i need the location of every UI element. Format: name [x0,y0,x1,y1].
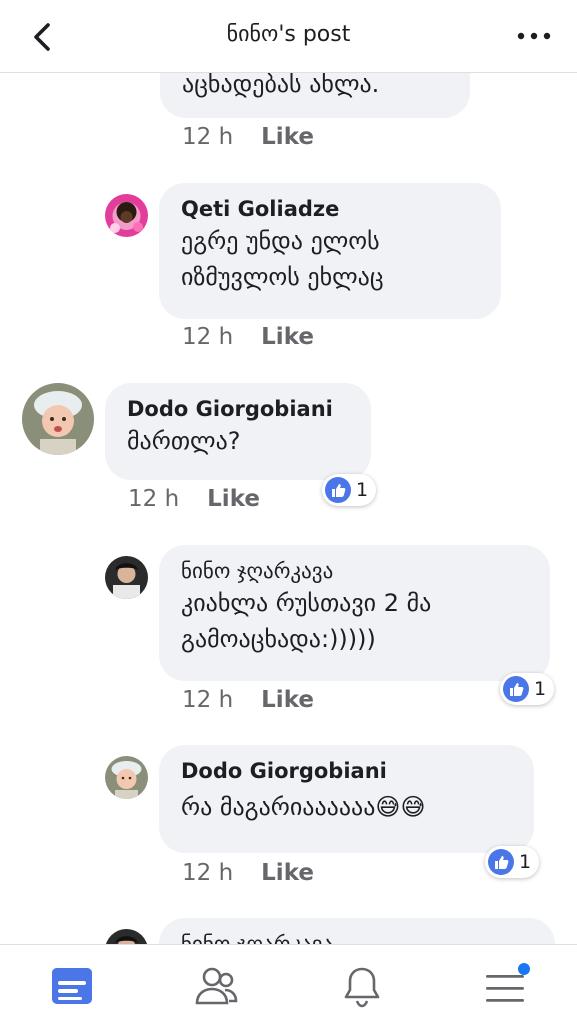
comment-time: 12 h [182,687,234,713]
like-button[interactable]: Like [261,687,314,713]
notifications-bell-icon[interactable] [338,963,386,1011]
comment-meta: 12 h Like [182,324,314,350]
friends-icon[interactable] [192,963,240,1011]
comment-author[interactable]: ნინო ჯღარკავა [181,930,533,944]
avatar[interactable] [105,194,148,237]
ellipsis-icon[interactable] [514,26,554,46]
like-button[interactable]: Like [261,124,314,150]
comment-meta: 12 h Like [182,860,314,886]
comment-text: მართლა? [127,427,241,455]
avatar[interactable] [105,756,148,799]
comments-feed[interactable]: აცხადებას ახლა. 12 h Like Qeti Goliadze ე… [0,0,577,944]
reaction-count[interactable]: 1 [485,846,540,878]
comment-text-line: გამოაცხადა:))))) [181,625,376,653]
top-bar: ნინო's post [0,0,577,73]
reaction-count[interactable]: 1 [322,474,377,506]
comment-bubble[interactable]: Qeti Goliadze ეგრე უნდა ელოს იზმუვლოს ეხ… [159,183,501,319]
comment-author[interactable]: Qeti Goliadze [181,195,479,223]
like-reaction-icon [488,849,514,875]
comment-time: 12 h [182,324,234,350]
comment-bubble[interactable]: Dodo Giorgobiani მართლა? [105,383,371,480]
comment-author[interactable]: Dodo Giorgobiani [181,757,512,785]
avatar[interactable] [105,929,148,944]
comment-bubble[interactable]: ნინო ჯღარკავა კიახლა რუსთავი 2 მა გამოაც… [159,545,550,681]
comment-text: რა მაგარიაააააა😅😅 [181,793,426,821]
comment-text-line: კიახლა რუსთავი 2 მა [181,589,432,617]
avatar[interactable] [105,556,148,599]
bottom-tab-bar [0,944,577,1025]
reaction-count-text: 1 [534,678,547,700]
comment-author[interactable]: ნინო ჯღარკავა [181,557,528,585]
like-reaction-icon [503,676,529,702]
reaction-count-text: 1 [356,479,369,501]
page-title: ნინო's post [226,22,351,47]
comment-text-line: ეგრე უნდა ელოს [181,227,380,255]
menu-icon[interactable] [482,963,530,1011]
comment-author[interactable]: Dodo Giorgobiani [127,395,349,423]
like-button[interactable]: Like [261,324,314,350]
comment-meta: 12 h Like [182,687,314,713]
chevron-left-icon[interactable] [28,20,58,54]
comment-text-line: იზმუვლოს ეხლაც [181,263,384,291]
comment-time: 12 h [182,124,234,150]
comment-meta: 12 h Like [182,124,314,150]
avatar[interactable] [22,383,94,455]
comment-meta: 12 h Like [128,486,260,512]
like-button[interactable]: Like [207,486,260,512]
reaction-count[interactable]: 1 [500,673,555,705]
reaction-count-text: 1 [519,851,532,873]
comment-bubble[interactable]: Dodo Giorgobiani რა მაგარიაააააა😅😅 [159,745,534,853]
comment-time: 12 h [182,860,234,886]
comment-time: 12 h [128,486,180,512]
comment-bubble[interactable]: ნინო ჯღარკავა [159,918,555,944]
like-button[interactable]: Like [261,860,314,886]
news-feed-icon[interactable] [48,963,96,1011]
like-reaction-icon [325,477,351,503]
